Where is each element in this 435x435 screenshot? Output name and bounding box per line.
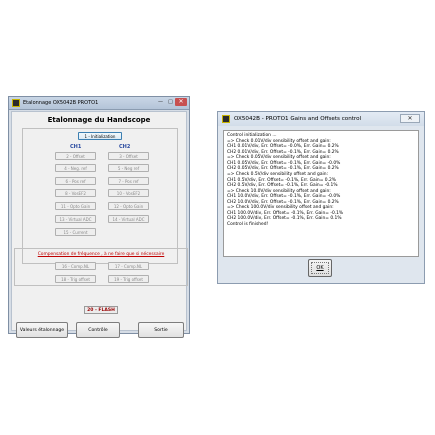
ch2-header: CH2 — [119, 144, 131, 150]
etalonnage-title-bar[interactable]: Etalonnage OX5042B PROTO1 — □ ✕ — [9, 97, 189, 110]
initialization-button[interactable]: 1 - Initialization — [78, 132, 122, 140]
app-icon — [222, 115, 230, 123]
ch2-offset-button[interactable]: 3 - Offset — [108, 152, 149, 160]
compensation-warning: Compensation de fréquence , à ne faire q… — [37, 252, 165, 257]
current-button[interactable]: 15 - Current — [55, 228, 96, 236]
ch1-neg-ref-button[interactable]: 4 - Neg. ref — [55, 164, 96, 172]
app-icon — [12, 99, 20, 107]
window-title: Etalonnage OX5042B PROTO1 — [23, 100, 99, 106]
minimize-icon[interactable]: — — [156, 99, 165, 106]
ch1-trig-offset-button[interactable]: 18 - Trig offset — [55, 275, 96, 283]
ok-button[interactable]: OK — [308, 259, 332, 277]
gains-title-bar[interactable]: OX5042B - PROTO1 Gains and Offsets contr… — [218, 112, 424, 126]
calibration-values-button[interactable]: Valeurs étalonnage — [16, 322, 68, 338]
ch2-trig-offset-button[interactable]: 19 - Trig offset — [108, 275, 149, 283]
flash-step-label[interactable]: 20 - FLASH — [84, 306, 118, 314]
frequency-compensation-group: Compensation de fréquence , à ne faire q… — [14, 248, 188, 286]
ch1-header: CH1 — [70, 144, 82, 150]
ch1-pos-ref-button[interactable]: 6 - Pos ref — [55, 177, 96, 185]
etalonnage-client-area: Etalonnage du Handscope 1 - Initializati… — [11, 111, 188, 338]
ch2-comp-nl-button[interactable]: 17 - Comp.NL — [108, 262, 149, 270]
window-title: OX5042B - PROTO1 Gains and Offsets contr… — [234, 116, 362, 122]
ch1-virtual-adc-button[interactable]: 13 - Virtual ADC — [55, 215, 96, 223]
close-icon[interactable]: ✕ — [400, 114, 420, 123]
ch2-pos-ref-button[interactable]: 7 - Pos ref — [108, 177, 149, 185]
control-log[interactable]: Control initialization ... => Check 0.01V… — [223, 130, 419, 257]
ch2-virtual-adc-button[interactable]: 14 - Virtual ADC — [108, 215, 149, 223]
log-line: Control is finished! — [227, 222, 269, 227]
calibration-steps-group: 1 - Initialization CH1 CH2 2 - Offset 3 … — [22, 128, 178, 264]
ch1-comp-nl-button[interactable]: 16 - Comp.NL — [55, 262, 96, 270]
control-button[interactable]: Contrôle — [76, 322, 120, 338]
close-icon[interactable]: ✕ — [175, 98, 187, 106]
ch2-neg-ref-button[interactable]: 5 - Neg ref — [108, 164, 149, 172]
ch1-vosef2-button[interactable]: 8 - VosEF2 — [55, 189, 96, 197]
ch2-vosef2-button[interactable]: 10 - VosEF2 — [108, 189, 149, 197]
gains-offsets-window: OX5042B - PROTO1 Gains and Offsets contr… — [217, 111, 425, 284]
page-title: Etalonnage du Handscope — [47, 116, 151, 124]
etalonnage-window: Etalonnage OX5042B PROTO1 — □ ✕ Etalonna… — [8, 96, 190, 338]
maximize-icon[interactable]: □ — [166, 99, 175, 106]
exit-button[interactable]: Sortie — [138, 322, 184, 338]
ch1-opto-gain-button[interactable]: 11 - Opto Gain — [55, 202, 96, 210]
ch1-offset-button[interactable]: 2 - Offset — [55, 152, 96, 160]
ch2-opto-gain-button[interactable]: 12 - Opto Gain — [108, 202, 149, 210]
